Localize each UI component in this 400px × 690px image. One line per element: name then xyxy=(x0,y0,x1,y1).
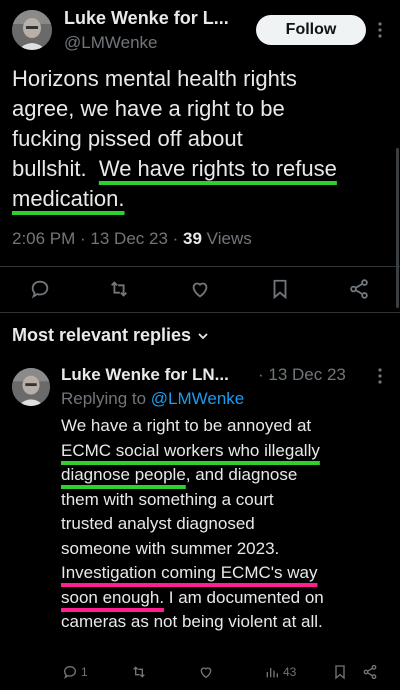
reply-action-bar: 1 43 xyxy=(0,660,400,686)
reply-count: 1 xyxy=(81,665,88,679)
reply-author-avatar[interactable] xyxy=(12,368,50,406)
post-timestamp[interactable]: 2:06 PM · 13 Dec 23 · xyxy=(12,229,183,248)
author-avatar[interactable] xyxy=(12,10,52,50)
reply-retweet-button[interactable] xyxy=(131,663,147,681)
scrollbar-thumb[interactable] xyxy=(396,148,399,308)
reply-text-line: soon enough. I am documented on xyxy=(61,586,391,611)
follow-button[interactable]: Follow xyxy=(256,15,366,45)
divider xyxy=(0,266,400,267)
divider xyxy=(0,312,400,313)
post-text-segment: bullshit. xyxy=(12,156,87,181)
reply-text-segment: , and diagnose xyxy=(185,465,298,484)
post-text: Horizons mental health rights agree, we … xyxy=(12,64,388,214)
replies-section-title: Most relevant replies xyxy=(12,325,192,345)
post-text-line: fucking pissed off about xyxy=(12,126,243,151)
more-vertical-icon[interactable] xyxy=(377,367,383,385)
bookmark-button[interactable] xyxy=(269,278,291,300)
post-header: Luke Wenke for L... @LMWenke Follow xyxy=(0,0,400,60)
replies-sort-selector[interactable]: Most relevant replies xyxy=(12,325,209,346)
reply-text-line: We have a right to be annoyed at xyxy=(61,416,312,435)
highlighted-text: soon enough. xyxy=(61,587,165,607)
views-count: 39 xyxy=(183,229,202,248)
reply-text-line: trusted analyst diagnosed xyxy=(61,514,255,533)
share-button[interactable] xyxy=(348,278,370,300)
avatar-image xyxy=(12,10,52,50)
author-handle[interactable]: @LMWenke xyxy=(64,33,157,53)
post-text-line: agree, we have a right to be xyxy=(12,96,285,121)
post-text-line: medication. xyxy=(12,184,388,214)
author-name[interactable]: Luke Wenke for L... xyxy=(64,8,229,29)
views-label: Views xyxy=(201,229,252,248)
reply-like-button[interactable] xyxy=(198,663,214,681)
highlighted-text: We have rights to refuse xyxy=(98,156,337,181)
views-chart-icon xyxy=(266,668,278,678)
reply-button[interactable] xyxy=(29,278,51,300)
reply-text-line: someone with summer 2023. xyxy=(61,538,280,558)
highlighted-text: diagnose people xyxy=(61,465,186,484)
reply-text-line: Investigation coming ECMC's way xyxy=(61,561,391,586)
reply-text: We have a right to be annoyed at ECMC so… xyxy=(61,414,391,635)
heart-icon xyxy=(200,667,212,679)
reply-views-count: 43 xyxy=(283,665,297,679)
reply-bookmark-button[interactable] xyxy=(332,663,348,681)
post-text-line: bullshit. We have rights to refuse xyxy=(12,154,388,184)
reply-reply-button[interactable]: 1 xyxy=(62,663,88,681)
highlighted-text: medication. xyxy=(12,186,125,211)
reply-author-name[interactable]: Luke Wenke for LN... xyxy=(61,365,229,385)
more-vertical-icon[interactable] xyxy=(377,21,383,39)
reply-icon xyxy=(63,665,77,679)
reply-icon xyxy=(31,280,49,299)
replying-to-handle[interactable]: @LMWenke xyxy=(151,389,244,408)
bookmark-icon xyxy=(335,665,345,680)
reply-date[interactable]: · 13 Dec 23 xyxy=(258,365,346,385)
retweet-icon xyxy=(133,666,145,678)
reply-text-line: ECMC social workers who illegally xyxy=(61,439,391,464)
chevron-down-icon xyxy=(198,333,208,340)
reply-text-line: them with something a court xyxy=(61,489,274,509)
reply-text-line: diagnose people, and diagnose xyxy=(61,463,391,488)
reply-share-button[interactable] xyxy=(362,663,378,681)
bookmark-icon xyxy=(273,279,287,300)
post-meta: 2:06 PM · 13 Dec 23 · 39 Views xyxy=(12,229,252,249)
retweet-button[interactable] xyxy=(108,278,130,300)
highlighted-text: Investigation coming ECMC's way xyxy=(61,563,318,582)
reply-text-segment: I am documented on xyxy=(164,587,324,607)
reply-views-button[interactable]: 43 xyxy=(264,663,296,681)
share-icon xyxy=(363,664,377,680)
highlighted-text: ECMC social workers who illegally xyxy=(61,440,320,460)
retweet-icon xyxy=(111,281,127,297)
replying-to-label: Replying to xyxy=(61,389,151,408)
post-action-bar xyxy=(0,272,400,306)
share-icon xyxy=(350,279,368,299)
like-button[interactable] xyxy=(189,278,211,300)
avatar-image xyxy=(12,368,50,406)
post-text-line: Horizons mental health rights xyxy=(12,66,297,91)
replying-to: Replying to @LMWenke xyxy=(61,389,244,409)
heart-icon xyxy=(192,282,208,298)
reply-text-line: cameras as not being violent at all. xyxy=(61,612,323,631)
